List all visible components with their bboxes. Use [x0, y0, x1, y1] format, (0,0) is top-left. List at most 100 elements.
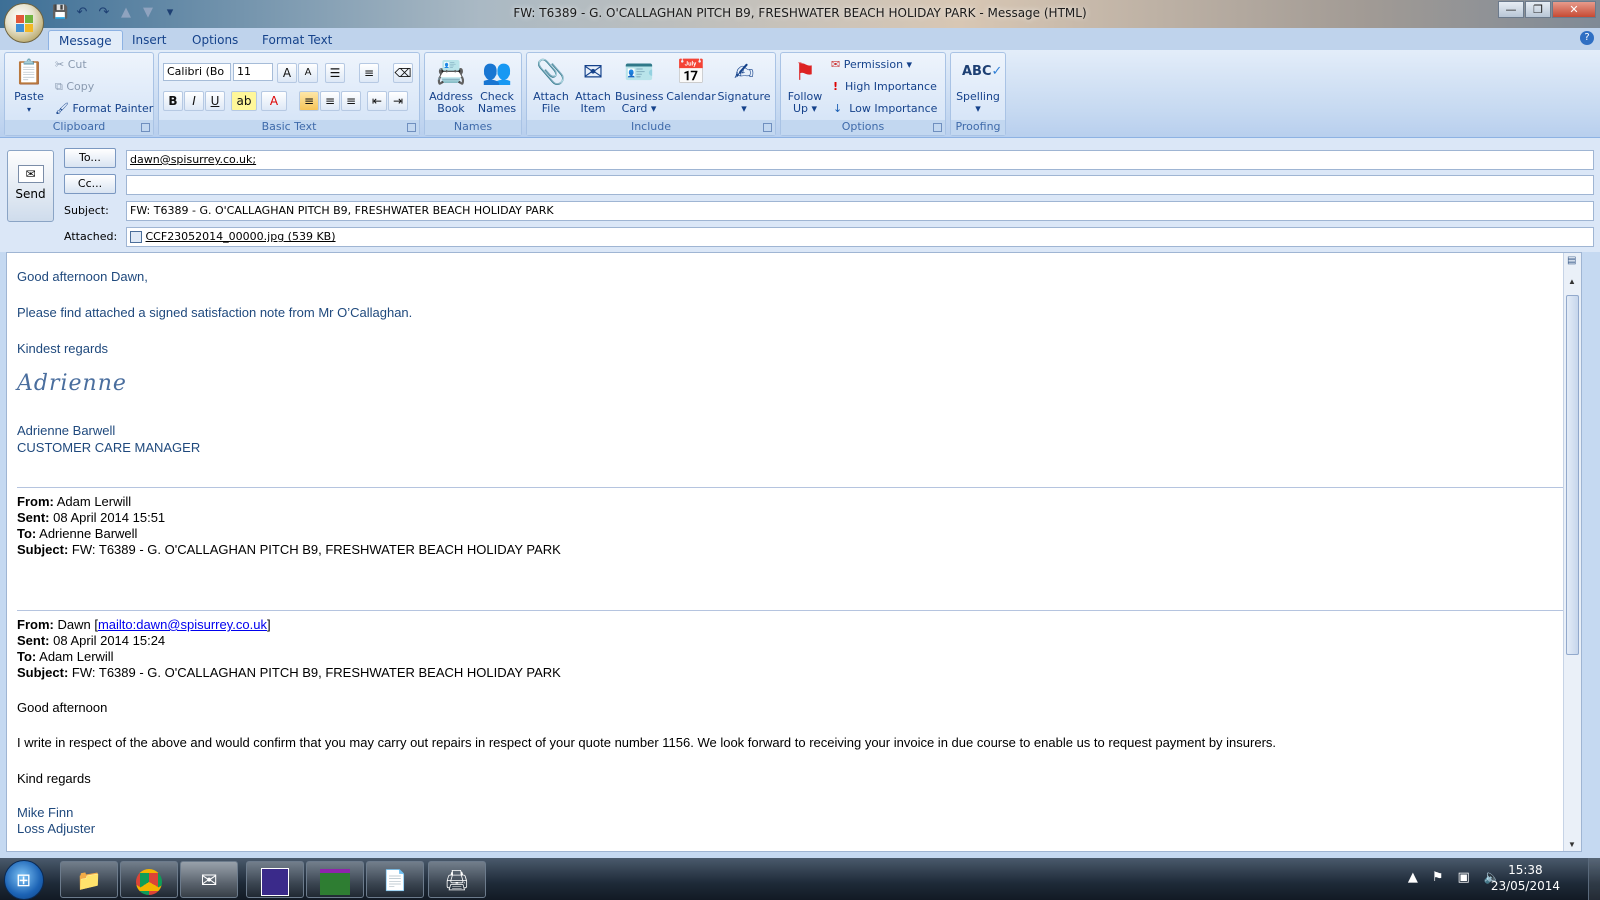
bold-button[interactable]: B: [163, 91, 183, 111]
taskbar-document[interactable]: 📄: [366, 861, 424, 898]
calendar-button[interactable]: 📅 Calendar: [665, 56, 717, 103]
send-button[interactable]: ✉ Send: [7, 150, 54, 222]
options-group: ⚑ Follow Up ▾ ✉ Permission ▾ ! High Impor…: [780, 52, 946, 136]
to-button[interactable]: To...: [64, 148, 116, 168]
tab-insert[interactable]: Insert: [122, 30, 176, 50]
help-icon[interactable]: ?: [1580, 31, 1594, 45]
subject-label: Subject:: [64, 204, 109, 217]
message-body[interactable]: Good afternoon Dawn, Please find attache…: [6, 252, 1582, 852]
handwritten-signature: Adrienne: [17, 371, 127, 396]
office-button[interactable]: [4, 3, 44, 43]
fw2-greeting: Good afternoon: [17, 700, 108, 715]
taskbar-outlook[interactable]: ✉: [180, 861, 238, 898]
follow-up-button[interactable]: ⚑ Follow Up ▾: [783, 56, 827, 115]
minimize-button[interactable]: —: [1498, 1, 1524, 18]
tab-options[interactable]: Options: [182, 30, 248, 50]
separator-1: [17, 487, 1573, 488]
spelling-button[interactable]: ABC✓ Spelling ▾: [953, 56, 1003, 115]
spelling-check-icon: ABC✓: [962, 64, 1003, 79]
fw1-sent: Sent: 08 April 2014 15:51: [17, 510, 166, 525]
show-desktop-button[interactable]: [1588, 858, 1600, 900]
signature-button[interactable]: ✍ Signature ▾: [717, 56, 771, 115]
outlook-icon: ✉: [200, 868, 218, 892]
mailto-link[interactable]: mailto:dawn@spisurrey.co.uk: [98, 617, 267, 632]
show-hidden-icons[interactable]: ▲: [1408, 870, 1418, 885]
clock-date: 23/05/2014: [1490, 879, 1560, 893]
include-launcher[interactable]: [763, 123, 772, 132]
paste-button[interactable]: 📋 Paste ▾: [9, 56, 49, 116]
fw1-to: To: Adrienne Barwell: [17, 526, 138, 541]
brush-icon: 🖌: [55, 102, 69, 115]
copy-button[interactable]: ⧉ Copy: [55, 80, 94, 94]
align-right-button[interactable]: ≡: [341, 91, 361, 111]
italic-button[interactable]: I: [184, 91, 204, 111]
permission-button[interactable]: ✉ Permission ▾: [831, 58, 912, 71]
font-size-select[interactable]: 11: [233, 63, 273, 81]
scrollbar-thumb[interactable]: [1566, 295, 1579, 655]
attach-file-button[interactable]: 📎 Attach File: [531, 56, 571, 115]
clipboard-launcher[interactable]: [141, 123, 150, 132]
action-center-flag-icon[interactable]: ⚑: [1432, 870, 1444, 885]
taskbar-chrome[interactable]: [120, 861, 178, 898]
highlight-button[interactable]: ab: [231, 91, 257, 111]
cc-field[interactable]: [126, 175, 1594, 195]
sage-icon: [320, 868, 350, 895]
grow-font-button[interactable]: A: [277, 63, 297, 83]
include-group: 📎 Attach File ✉ Attach Item 🪪 Business Card…: [526, 52, 776, 136]
attachment-item[interactable]: CCF23052014_00000.jpg (539 KB): [146, 230, 336, 243]
high-importance-button[interactable]: ! High Importance: [833, 80, 937, 93]
network-icon[interactable]: ▣: [1458, 870, 1470, 885]
font-name-select[interactable]: Calibri (Bo: [163, 63, 231, 81]
basic-text-launcher[interactable]: [407, 123, 416, 132]
basic-text-label: Basic Text: [159, 120, 419, 135]
align-left-button[interactable]: ≡: [299, 91, 319, 111]
low-importance-button[interactable]: ↓ Low Importance: [833, 102, 937, 115]
taskbar-sage[interactable]: [306, 861, 364, 898]
bullets-button[interactable]: ☰: [325, 63, 345, 83]
grid-app-icon: [261, 867, 289, 896]
close-button[interactable]: ✕: [1552, 1, 1596, 18]
shrink-font-button[interactable]: A: [298, 63, 318, 83]
clock[interactable]: 15:38 23/05/2014: [1491, 862, 1560, 894]
options-launcher[interactable]: [933, 123, 942, 132]
cc-button[interactable]: Cc...: [64, 174, 116, 194]
tab-format-text[interactable]: Format Text: [252, 30, 342, 50]
attach-item-button[interactable]: ✉ Attach Item: [573, 56, 613, 115]
flag-icon: ⚑: [794, 58, 816, 86]
subject-field[interactable]: FW: T6389 - G. O'CALLAGHAN PITCH B9, FRE…: [126, 201, 1594, 221]
taskbar-scanner[interactable]: 🖨: [428, 861, 486, 898]
send-envelope-icon: ✉: [17, 165, 44, 183]
increase-indent-button[interactable]: ⇥: [388, 91, 408, 111]
tab-message[interactable]: Message: [48, 30, 123, 50]
taskbar-app-grid[interactable]: [246, 861, 304, 898]
decrease-indent-button[interactable]: ⇤: [367, 91, 387, 111]
clear-formatting-button[interactable]: ⌫: [393, 63, 413, 83]
to-field[interactable]: dawn@spisurrey.co.uk;: [126, 150, 1594, 170]
address-book-button[interactable]: 📇 Address Book: [429, 56, 473, 115]
basic-text-group: Calibri (Bo 11 A A ☰ ≡ ⌫ B I U ab A ≡ ≡ …: [158, 52, 420, 136]
attached-label: Attached:: [64, 230, 118, 243]
fw1-subject: Subject: FW: T6389 - G. O'CALLAGHAN PITC…: [17, 542, 561, 557]
envelope-icon: ✉: [582, 58, 604, 86]
font-color-button[interactable]: A: [261, 91, 287, 111]
clipboard-label: Clipboard: [5, 120, 153, 135]
taskbar-explorer[interactable]: 📁: [60, 861, 118, 898]
vertical-scrollbar[interactable]: ▤ ▲ ▼: [1563, 253, 1581, 851]
check-names-button[interactable]: 👥 Check Names: [475, 56, 519, 115]
start-button[interactable]: ⊞: [4, 860, 44, 900]
address-book-icon: 📇: [436, 58, 466, 86]
scroll-down-icon[interactable]: ▼: [1568, 840, 1576, 849]
underline-button[interactable]: U: [205, 91, 225, 111]
fw2-name: Mike Finn: [17, 805, 74, 820]
maximize-button[interactable]: ❐: [1525, 1, 1551, 18]
body-closing: Kindest regards: [17, 341, 109, 356]
scroll-option-icon[interactable]: ▤: [1567, 255, 1576, 266]
align-center-button[interactable]: ≡: [320, 91, 340, 111]
cut-button[interactable]: ✂ Cut: [55, 58, 87, 71]
numbering-button[interactable]: ≡: [359, 63, 379, 83]
windows-logo-icon: ⊞: [16, 870, 32, 891]
format-painter-button[interactable]: 🖌 Format Painter: [55, 102, 153, 115]
business-card-icon: 🪪: [624, 58, 654, 86]
scroll-up-icon[interactable]: ▲: [1568, 277, 1576, 286]
business-card-button[interactable]: 🪪 Business Card ▾: [615, 56, 664, 115]
